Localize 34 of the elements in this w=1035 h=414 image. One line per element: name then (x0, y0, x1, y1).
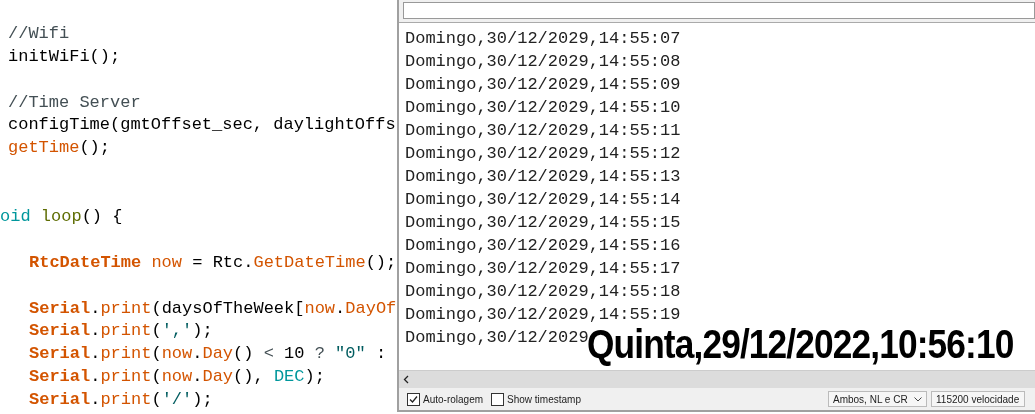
serial-output-line: Domingo,30/12/2029,14:55:07 (404, 28, 681, 50)
check-icon (409, 394, 418, 404)
timestamp-checkbox[interactable]: Show timestamp (491, 392, 581, 406)
serial-output-line: Domingo,30/12/2029,14:55:10 (404, 97, 681, 119)
code-line: Serial.print('/'); (28, 389, 214, 412)
horizontal-scrollbar[interactable] (399, 370, 1035, 388)
serial-output-line: Domingo,30/12/2029,14:55:15 (404, 212, 681, 234)
code-line: //Time Server (7, 91, 142, 114)
code-line: getTime(); (7, 137, 112, 160)
chevron-down-icon (914, 396, 922, 402)
serial-output-line: Domingo,30/12/2029,14:55:13 (404, 166, 681, 188)
send-input-field[interactable] (403, 2, 1035, 19)
serial-output-line: Domingo,30/12/2029,14:55:18 (404, 281, 681, 303)
serial-output-line: Domingo,30/12/2029,14:55:17 (404, 258, 681, 280)
serial-output-line: Domingo,30/12/2029 (404, 327, 589, 347)
chevron-left-icon[interactable] (403, 375, 409, 384)
code-line: Serial.print(daysOfTheWeek[now.DayOf (28, 297, 397, 320)
code-line: //Wifi (7, 22, 71, 45)
code-line: Serial.print(now.Day(), DEC); (28, 366, 326, 389)
serial-output-line: Domingo,30/12/2029,14:55:08 (404, 51, 681, 73)
baud-rate-dropdown[interactable]: 115200 velocidade (931, 391, 1025, 407)
code-line: RtcDateTime now = Rtc.GetDateTime(); (28, 251, 397, 274)
code-line: Serial.print(now.Day() < 10 ? "0" : (28, 343, 388, 366)
code-line: initWiFi(); (7, 45, 122, 68)
serial-output-line: Domingo,30/12/2029,14:55:11 (404, 120, 681, 142)
code-line: oid loop() { (0, 206, 124, 228)
serial-output-line: Domingo,30/12/2029,14:55:14 (404, 189, 681, 211)
serial-output-line: Domingo,30/12/2029,14:55:12 (404, 143, 681, 165)
serial-output-line: Domingo,30/12/2029,14:55:09 (404, 74, 681, 96)
serial-output-line: Domingo,30/12/2029,14:55:16 (404, 235, 681, 257)
code-line: configTime(gmtOffset_sec, daylightOffs (7, 114, 397, 137)
code-line: Serial.print(','); (28, 320, 214, 343)
line-ending-dropdown[interactable]: Ambos, NL e CR (828, 391, 927, 407)
autoscroll-checkbox[interactable]: Auto-rolagem (407, 392, 484, 406)
